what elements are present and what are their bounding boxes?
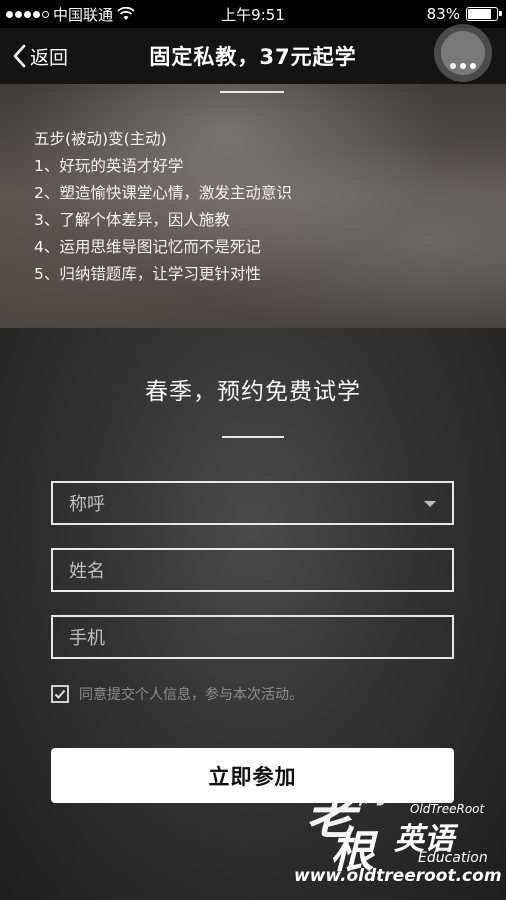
step-item: 3、了解个体差异，因人施教: [34, 211, 230, 229]
watermark-education: Education: [418, 850, 488, 866]
page-title: 固定私教，37元起学: [149, 45, 357, 69]
back-button[interactable]: 返回: [12, 28, 68, 84]
more-options-button[interactable]: [434, 24, 492, 82]
watermark-char-shu: 树: [354, 772, 388, 812]
banner-divider: [220, 91, 284, 93]
steps-heading: 五步(被动)变(主动): [34, 130, 167, 148]
step-item: 4、运用思维导图记忆而不是死记: [34, 238, 261, 256]
agree-row: 同意提交个人信息，参与本次活动。: [51, 684, 303, 704]
battery-percent: 83%: [426, 5, 460, 23]
intro-banner: 五步(被动)变(主动) 1、好玩的英语才好学 2、塑造愉快课堂心情，激发主动意识…: [0, 84, 506, 328]
phone-placeholder: 手机: [69, 628, 105, 649]
status-left: 中国联通: [0, 4, 135, 25]
phone-input[interactable]: 手机: [51, 615, 454, 659]
salutation-placeholder: 称呼: [69, 494, 105, 515]
step-item: 2、塑造愉快课堂心情，激发主动意识: [34, 184, 292, 202]
steps-list: 五步(被动)变(主动) 1、好玩的英语才好学 2、塑造愉快课堂心情，激发主动意识…: [34, 126, 292, 288]
back-label: 返回: [30, 46, 69, 69]
chevron-left-icon: [13, 44, 26, 68]
step-item: 1、好玩的英语才好学: [34, 157, 184, 175]
form-title: 春季，预约免费试学: [145, 379, 361, 405]
watermark-logo: 老 树 根 OldTreeRoot 英语 Education www.oldtr…: [294, 762, 502, 892]
dropdown-caret-icon: [424, 501, 436, 507]
signal-strength-icon: [6, 10, 49, 18]
battery-icon: [466, 7, 502, 21]
nav-bar: 返回 固定私教，37元起学: [0, 24, 506, 84]
wifi-icon: [117, 7, 135, 20]
agree-text: 同意提交个人信息，参与本次活动。: [79, 687, 303, 703]
carrier-name: 中国联通: [53, 5, 114, 24]
agree-checkbox[interactable]: [51, 685, 69, 703]
salutation-select[interactable]: 称呼: [51, 481, 454, 525]
form-divider: [222, 436, 284, 438]
name-placeholder: 姓名: [69, 561, 105, 582]
watermark-url: www.oldtreeroot.com: [294, 866, 502, 886]
status-bar: 中国联通 上午9:51 83%: [0, 0, 506, 28]
more-button-inner: [441, 31, 485, 75]
checkmark-icon: [54, 689, 66, 699]
step-item: 5、归纳错题库，让学习更针对性: [34, 265, 261, 283]
battery-fill: [468, 9, 491, 19]
name-input[interactable]: 姓名: [51, 548, 454, 592]
more-dots-icon: [450, 63, 476, 69]
